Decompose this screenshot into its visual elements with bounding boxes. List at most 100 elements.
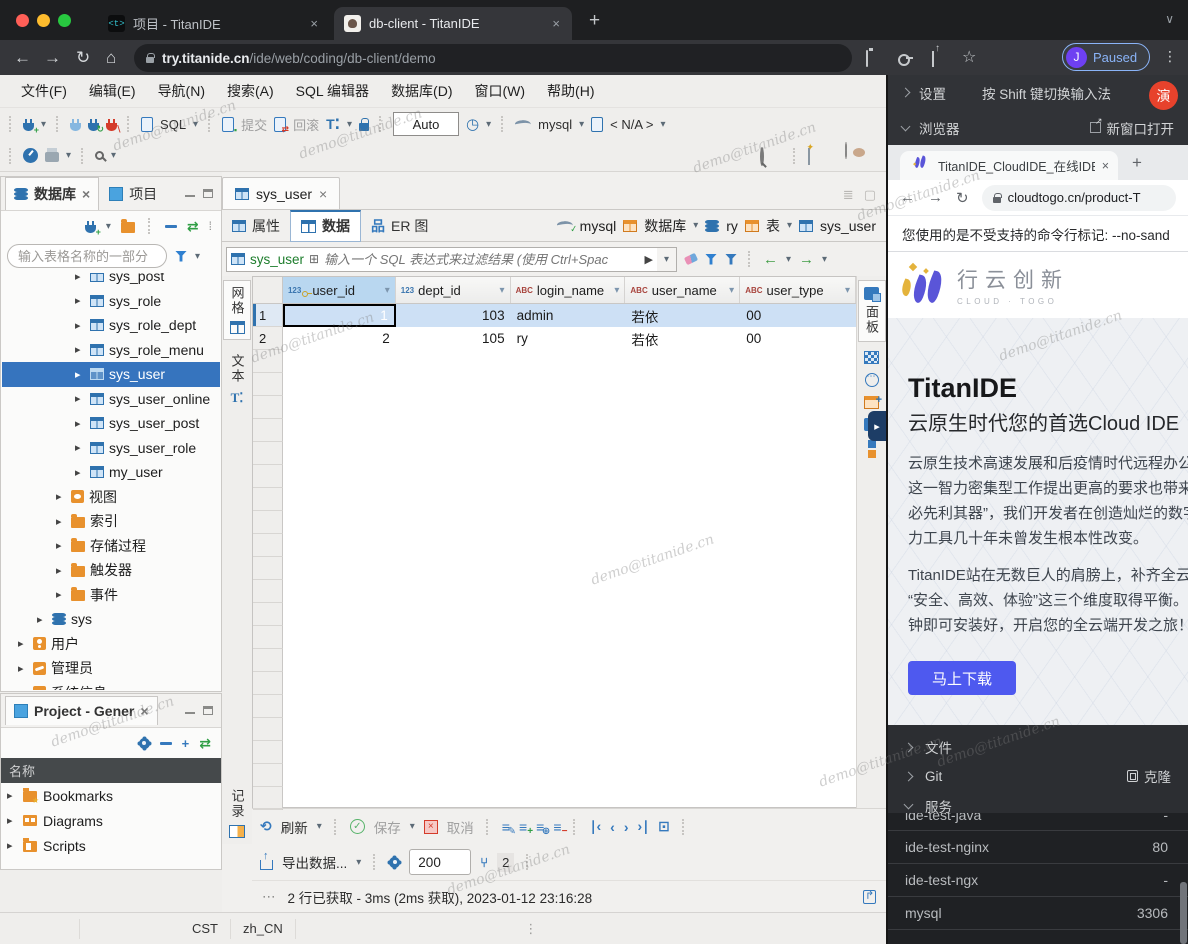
project-item-Diagrams[interactable]: ▸Diagrams bbox=[1, 808, 221, 833]
close-icon[interactable]: × bbox=[319, 186, 327, 202]
sql-editor-icon[interactable] bbox=[141, 117, 153, 132]
menu-item[interactable]: 导航(N) bbox=[147, 76, 216, 106]
disconnect-icon[interactable]: ∖ bbox=[106, 123, 117, 131]
refresh-icon[interactable]: ⟲ bbox=[260, 818, 272, 835]
git-clone-button[interactable]: 克隆 bbox=[1127, 766, 1171, 786]
service-row-ide-test-nginx[interactable]: ide-test-nginx80 bbox=[888, 831, 1188, 864]
last-page-icon[interactable]: ›∣ bbox=[638, 818, 650, 835]
maximize-window-button[interactable] bbox=[58, 14, 71, 27]
new-window-icon[interactable] bbox=[808, 149, 810, 164]
gear-icon[interactable] bbox=[389, 857, 400, 868]
tree-item-存储过程[interactable]: ▸存储过程 bbox=[2, 534, 220, 559]
address-bar[interactable]: try.titanide.cn/ide/web/coding/db-client… bbox=[134, 44, 852, 72]
close-window-button[interactable] bbox=[16, 14, 29, 27]
tab-search-chevron-icon[interactable]: ∨ bbox=[1165, 12, 1174, 26]
share-icon[interactable] bbox=[932, 51, 934, 66]
record-mode-toggle[interactable]: 记录 bbox=[228, 789, 247, 838]
delete-row-icon[interactable]: ≡− bbox=[553, 819, 561, 835]
dropdown-icon[interactable]: ▾ bbox=[356, 857, 361, 868]
cell-user_id[interactable]: 2 bbox=[283, 327, 396, 350]
tree-item-sys_user_role[interactable]: ▸sys_user_role bbox=[2, 436, 220, 461]
tree-item-用户[interactable]: ▸用户 bbox=[2, 632, 220, 657]
new-tab-button[interactable]: + bbox=[589, 10, 600, 32]
expand-arrow-icon[interactable]: ▸ bbox=[75, 294, 85, 307]
tree-item-sys_user_post[interactable]: ▸sys_user_post bbox=[2, 411, 220, 436]
refresh-icon[interactable]: ⇄ bbox=[187, 218, 199, 235]
profile-paused-pill[interactable]: J Paused bbox=[1062, 43, 1150, 71]
project-item-Bookmarks[interactable]: ▸Bookmarks bbox=[1, 783, 221, 808]
overflow-dots-icon[interactable]: ⋯ bbox=[262, 889, 276, 905]
browser-section-row[interactable]: 浏览器 新窗口打开 bbox=[888, 110, 1188, 145]
cell-dept_id[interactable]: 105 bbox=[396, 327, 511, 350]
back-icon[interactable]: ← bbox=[14, 48, 31, 68]
active-schema-label[interactable]: < N/A > bbox=[610, 117, 653, 132]
column-header-user_id[interactable]: 123user_id▾ bbox=[283, 277, 396, 303]
expand-arrow-icon[interactable]: ▸ bbox=[75, 368, 85, 381]
grid-view-toggle[interactable]: 网格 bbox=[223, 280, 251, 340]
dropdown-icon[interactable]: ▾ bbox=[111, 150, 116, 161]
browser-tab-db-client[interactable]: db-client - TitanIDE × bbox=[334, 7, 572, 40]
tree-item-sys_post[interactable]: ▸sys_post bbox=[2, 273, 220, 289]
dropdown-icon[interactable]: ▾ bbox=[787, 220, 792, 231]
clipboard-icon[interactable] bbox=[866, 51, 868, 66]
first-page-icon[interactable]: ∣‹ bbox=[589, 818, 601, 835]
cell-user_name[interactable]: 若依 bbox=[625, 304, 740, 327]
apply-filter-icon[interactable]: ▶ bbox=[645, 253, 653, 266]
reconnect-icon[interactable]: ↻ bbox=[88, 123, 99, 131]
collapse-all-icon[interactable] bbox=[160, 742, 172, 745]
minimize-window-button[interactable] bbox=[37, 14, 50, 27]
value-viewer-icon[interactable] bbox=[864, 351, 879, 364]
dropdown-icon[interactable]: ▾ bbox=[410, 821, 415, 832]
expand-arrow-icon[interactable]: ▸ bbox=[75, 273, 85, 283]
lock-connection-icon[interactable] bbox=[359, 123, 369, 131]
cell-dept_id[interactable]: 103 bbox=[396, 304, 511, 327]
download-button[interactable]: 马上下载 bbox=[908, 661, 1016, 695]
metadata-panel-icon[interactable] bbox=[865, 373, 879, 387]
maximize-panel-icon[interactable] bbox=[203, 706, 213, 715]
tab-list-icon[interactable]: ≣ bbox=[843, 187, 854, 203]
demo-badge[interactable]: 演 bbox=[1149, 81, 1178, 110]
fetch-size-input[interactable] bbox=[409, 849, 471, 875]
expand-arrow-icon[interactable]: ▸ bbox=[75, 417, 85, 430]
settings-row[interactable]: 设置 按 Shift 键切换输入法 演 bbox=[888, 75, 1188, 110]
tab-er-diagram[interactable]: 品 ER 图 bbox=[361, 210, 438, 242]
text-view-toggle[interactable]: 文本 T⁚ bbox=[228, 354, 247, 406]
tree-item-事件[interactable]: ▸事件 bbox=[2, 583, 220, 608]
column-header-user_name[interactable]: ABCuser_name▾ bbox=[625, 277, 740, 303]
tab-data[interactable]: 数据 bbox=[290, 210, 361, 242]
preview-tab[interactable]: TitanIDE_CloudIDE_在线IDE_ × bbox=[900, 151, 1118, 180]
search-icon[interactable] bbox=[95, 151, 104, 160]
browser-tab-project[interactable]: <t> 项目 - TitanIDE × bbox=[98, 7, 330, 40]
active-connection-label[interactable]: mysql bbox=[538, 117, 572, 132]
dropdown-icon[interactable]: ▾ bbox=[347, 119, 352, 130]
aggregate-panel-icon[interactable] bbox=[864, 396, 879, 409]
grid-row-1[interactable]: 11103admin若依00 bbox=[253, 304, 856, 327]
cancel-label[interactable]: 取消 bbox=[447, 817, 474, 837]
expand-arrow-icon[interactable]: ▸ bbox=[56, 515, 66, 528]
project-item-Scripts[interactable]: ▸Scripts bbox=[1, 833, 221, 858]
dropdown-icon[interactable]: ▾ bbox=[106, 221, 111, 232]
tree-item-sys_user[interactable]: ▸sys_user bbox=[2, 362, 220, 387]
select-all-corner[interactable] bbox=[253, 277, 283, 303]
dropdown-icon[interactable]: ▾ bbox=[41, 119, 46, 130]
dropdown-icon[interactable]: ▾ bbox=[693, 220, 698, 231]
git-section-row[interactable]: Git 克隆 bbox=[888, 761, 1188, 791]
menu-item[interactable]: SQL 编辑器 bbox=[285, 76, 380, 106]
open-in-editor-icon[interactable] bbox=[863, 890, 876, 904]
expand-arrow-icon[interactable]: ▸ bbox=[18, 662, 28, 675]
chevron-right-icon[interactable] bbox=[904, 771, 914, 781]
dropdown-icon[interactable]: ▾ bbox=[193, 119, 198, 130]
commit-icon[interactable]: ▪ bbox=[222, 117, 234, 132]
dropdown-icon[interactable]: ▾ bbox=[66, 150, 71, 161]
save-label[interactable]: 保存 bbox=[374, 817, 401, 837]
export-icon[interactable] bbox=[260, 860, 273, 870]
bookmark-star-icon[interactable]: ☆ bbox=[962, 47, 976, 67]
dropdown-icon[interactable]: ▾ bbox=[486, 119, 491, 130]
database-select-icon[interactable] bbox=[591, 117, 603, 132]
new-folder-icon[interactable] bbox=[121, 222, 135, 233]
expand-arrow-icon[interactable]: ▸ bbox=[56, 490, 66, 503]
close-icon[interactable]: × bbox=[140, 703, 148, 719]
service-row-ide-test-java[interactable]: ide-test-java- bbox=[888, 813, 1188, 831]
close-icon[interactable]: × bbox=[82, 186, 90, 202]
view-menu-kebab-icon[interactable]: ⁞ bbox=[209, 219, 211, 233]
